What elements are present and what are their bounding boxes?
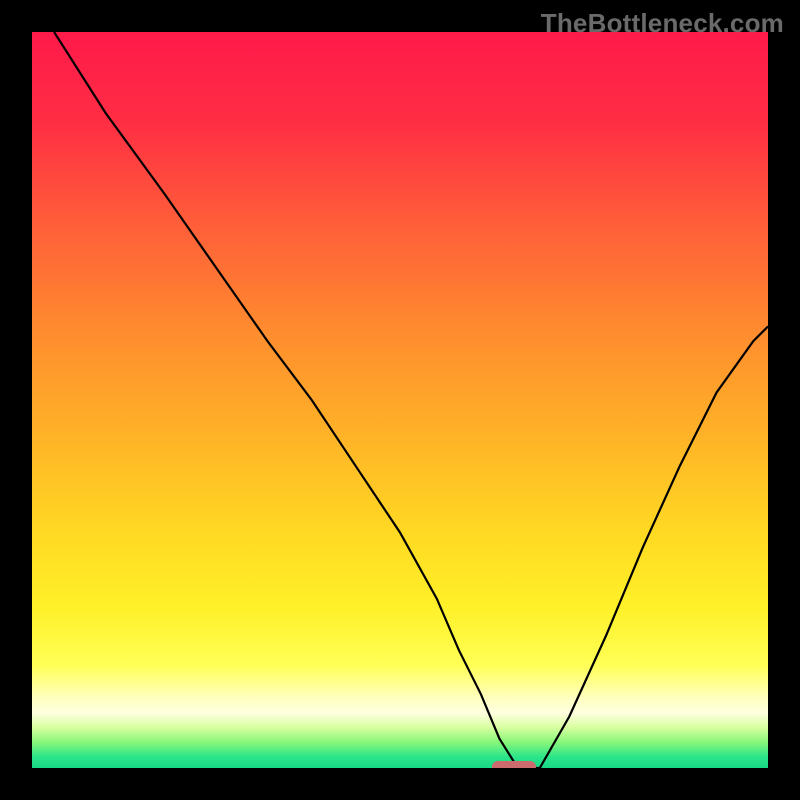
optimal-marker	[492, 761, 536, 768]
plot-area	[32, 32, 768, 768]
bottleneck-curve	[32, 32, 768, 768]
watermark-text: TheBottleneck.com	[541, 8, 784, 39]
